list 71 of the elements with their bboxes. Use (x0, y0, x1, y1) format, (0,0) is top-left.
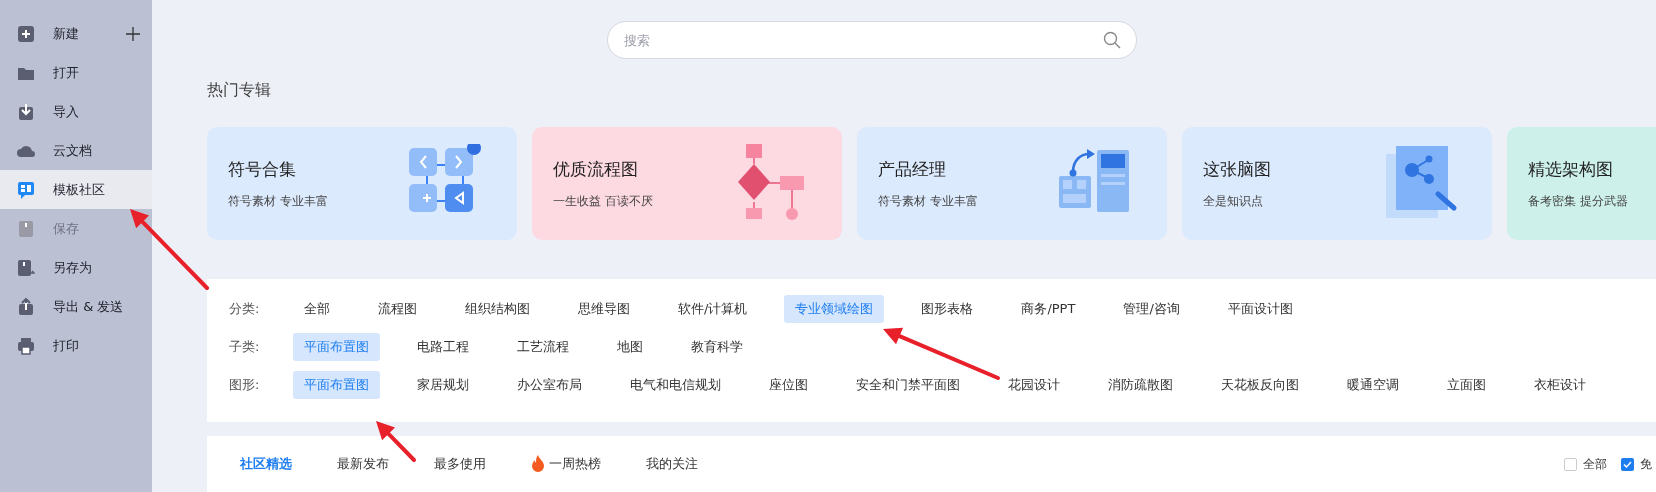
filter-option[interactable]: 软件/计算机 (667, 295, 759, 323)
tab[interactable]: 社区精选 (240, 454, 292, 474)
card-subtitle: 全是知识点 (1203, 193, 1264, 211)
filter-label: 子类: (229, 338, 261, 357)
tab[interactable]: 我的关注 (646, 454, 698, 474)
filter-option[interactable]: 组织结构图 (454, 295, 541, 323)
sidebar-item[interactable]: 模板社区 (0, 170, 152, 209)
album-card[interactable]: 精选架构图 备考密集 提分武器 (1507, 127, 1656, 240)
card-subtitle: 符号素材 专业丰富 (228, 193, 328, 211)
filter-label: 分类: (229, 300, 261, 319)
filter-option[interactable]: 消防疏散图 (1097, 371, 1184, 399)
checkbox-label: 免 (1640, 456, 1652, 473)
filter-option[interactable]: 家居规划 (406, 371, 480, 399)
checkbox[interactable] (1621, 457, 1634, 471)
filter-option[interactable]: 座位图 (758, 371, 819, 399)
sidebar-item[interactable]: 新建 (0, 14, 152, 53)
filter-option[interactable]: 平面设计图 (1216, 295, 1304, 323)
filter-option[interactable]: 暖通空调 (1336, 371, 1410, 399)
filter-option[interactable]: 流程图 (367, 295, 428, 323)
filter-option[interactable]: 教育科学 (680, 333, 754, 361)
filter-option[interactable]: 办公室布局 (506, 371, 593, 399)
filter-option[interactable]: 天花板反向图 (1210, 371, 1310, 399)
filter-option[interactable]: 电路工程 (406, 333, 480, 361)
card-title: 符号合集 (228, 157, 297, 181)
sidebar-item[interactable]: 导入 (0, 92, 152, 131)
card-title: 产品经理 (878, 157, 947, 181)
card-title: 优质流程图 (553, 157, 639, 181)
check-icon (1623, 459, 1632, 469)
sidebar-item[interactable]: 云文档 (0, 131, 152, 170)
filter-option[interactable]: 安全和门禁平面图 (845, 371, 971, 399)
card-title: 精选架构图 (1528, 157, 1614, 181)
plus-square-icon (17, 24, 35, 43)
filter-option[interactable]: 工艺流程 (506, 333, 580, 361)
section-title: 热门专辑 (207, 79, 272, 101)
download-icon (17, 102, 35, 121)
save-as-icon (17, 258, 35, 277)
tab[interactable]: 一周热榜 (531, 454, 601, 474)
filter-option[interactable]: 思维导图 (567, 295, 641, 323)
filter-option[interactable]: 花园设计 (997, 371, 1071, 399)
album-card[interactable]: 优质流程图 一生收益 百读不厌 (532, 127, 842, 240)
card-title: 这张脑图 (1203, 157, 1271, 181)
plus-icon[interactable] (126, 26, 140, 41)
sidebar-item[interactable]: 导出 & 发送 (0, 287, 152, 326)
sidebar-item[interactable]: 打印 (0, 326, 152, 365)
checkbox-label: 全部 (1583, 456, 1607, 473)
filter-option[interactable]: 商务/PPT (1010, 295, 1087, 323)
filter-option[interactable]: 立面图 (1436, 371, 1497, 399)
album-card[interactable]: 这张脑图 全是知识点 (1182, 127, 1492, 240)
search-field[interactable]: 搜索 (606, 21, 1137, 59)
chat-board-icon (17, 180, 35, 199)
filter-option[interactable]: 图形表格 (910, 295, 985, 323)
sidebar-item[interactable]: 打开 (0, 53, 152, 92)
album-card[interactable]: 符号合集 符号素材 专业丰富 (207, 127, 517, 240)
sidebar-item[interactable]: 另存为 (0, 248, 152, 287)
tab[interactable]: 最多使用 (434, 454, 486, 474)
checkbox[interactable] (1564, 457, 1577, 471)
filter-option[interactable]: 衣柜设计 (1523, 371, 1597, 399)
card-subtitle: 备考密集 提分武器 (1528, 193, 1628, 211)
search-icon[interactable] (1102, 31, 1121, 49)
flame-icon (531, 455, 545, 473)
printer-icon (17, 336, 35, 355)
card-subtitle: 符号素材 专业丰富 (878, 193, 978, 211)
tab[interactable]: 最新发布 (337, 454, 389, 474)
filter-label: 图形: (229, 376, 261, 395)
upload-icon (17, 297, 35, 316)
filter-option[interactable]: 地图 (606, 333, 654, 361)
filter-option[interactable]: 全部 (293, 295, 341, 323)
filter-option[interactable]: 管理/咨询 (1112, 295, 1191, 323)
card-subtitle: 一生收益 百读不厌 (553, 193, 653, 211)
filter-option[interactable]: 电气和电信规划 (619, 371, 732, 399)
album-card[interactable]: 产品经理 符号素材 专业丰富 (857, 127, 1167, 240)
